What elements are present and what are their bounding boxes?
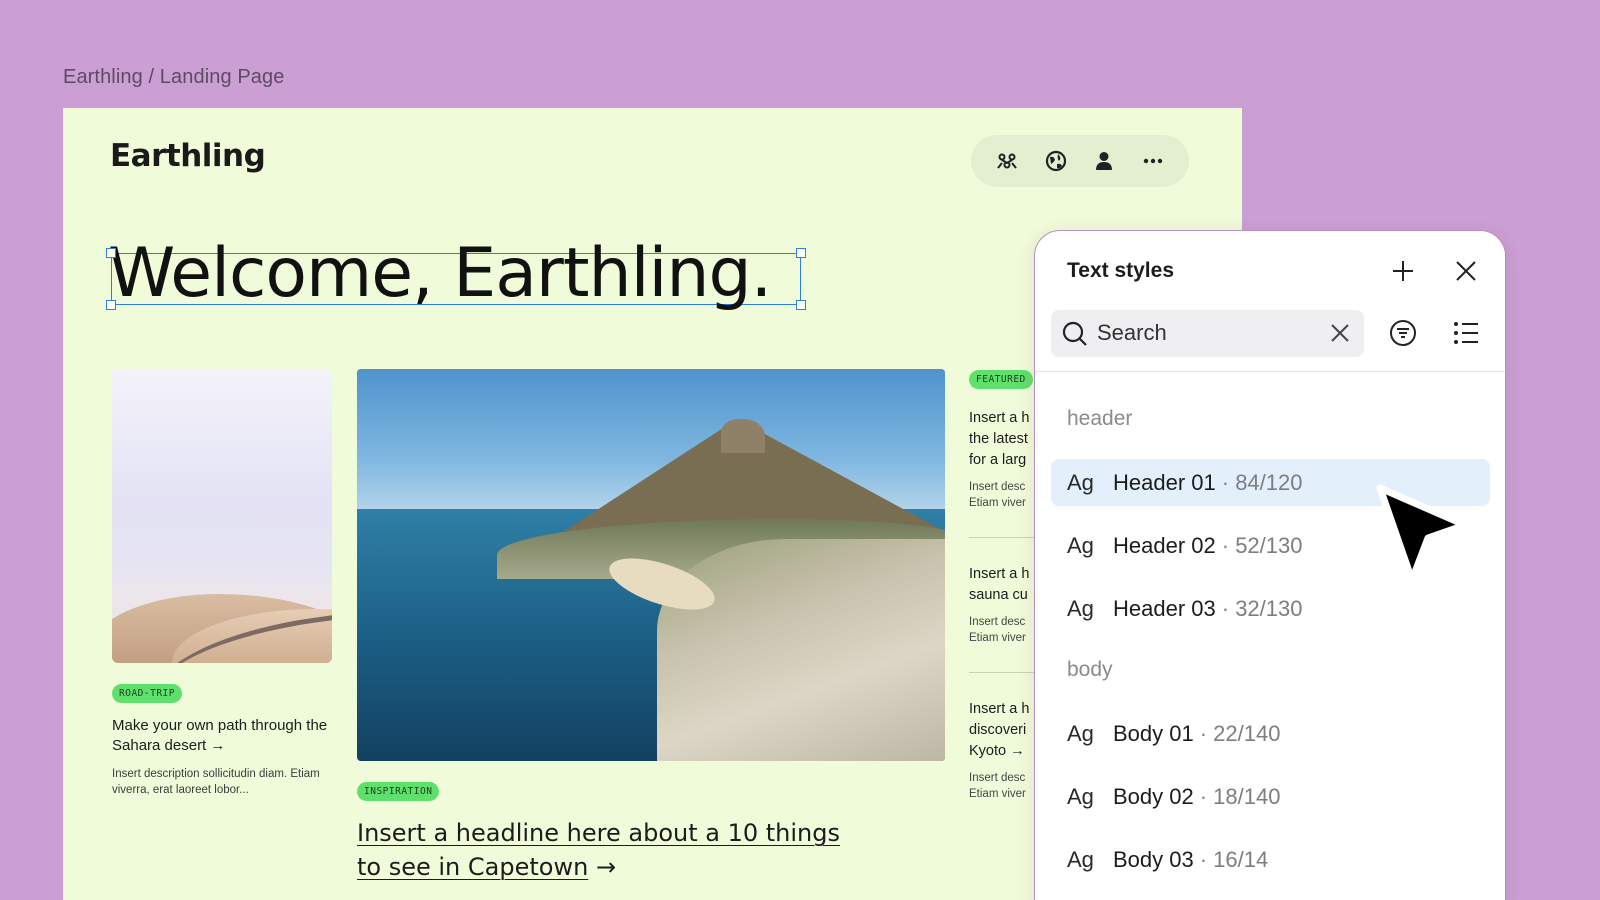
style-preview: Ag bbox=[1067, 469, 1094, 495]
globe-icon[interactable] bbox=[1040, 145, 1072, 177]
resize-handle-top-right[interactable] bbox=[796, 248, 806, 258]
featured-item-title: Insert a h the latest for a larg bbox=[969, 410, 1030, 468]
resize-handle-top-left[interactable] bbox=[106, 248, 116, 258]
style-name: Body 01 bbox=[1113, 720, 1194, 746]
style-name: Body 02 bbox=[1113, 783, 1194, 809]
style-preview: Ag bbox=[1067, 595, 1094, 621]
style-preview: Ag bbox=[1067, 720, 1094, 746]
group-label-header: header bbox=[1067, 407, 1133, 430]
search-box[interactable] bbox=[1051, 310, 1364, 357]
style-row-header-03[interactable]: Ag Header 03 · 32/130 bbox=[1051, 585, 1490, 632]
team-icon[interactable] bbox=[991, 145, 1023, 177]
add-style-button[interactable] bbox=[1385, 253, 1421, 289]
search-icon bbox=[1062, 321, 1087, 346]
hero-title[interactable]: Welcome, Earthling. bbox=[108, 240, 772, 308]
headline-arrow: → bbox=[595, 853, 617, 881]
style-preview: Ag bbox=[1067, 846, 1094, 872]
capetown-image[interactable] bbox=[357, 369, 945, 761]
style-row-body-03[interactable]: Ag Body 03 · 16/14 bbox=[1051, 836, 1490, 883]
featured-item-title: Insert a h discoveri Kyoto → bbox=[969, 701, 1030, 759]
site-nav-iconbar bbox=[971, 135, 1189, 187]
featured-item-description: Insert desc Etiam viver bbox=[969, 616, 1026, 644]
style-preview: Ag bbox=[1067, 532, 1094, 558]
style-preview: Ag bbox=[1067, 783, 1094, 809]
plus-icon bbox=[1393, 261, 1413, 281]
inspiration-tag: INSPIRATION bbox=[357, 782, 440, 801]
center-card-headline[interactable]: Insert a headline here about a 10 things… bbox=[357, 816, 917, 884]
close-icon bbox=[1456, 261, 1476, 281]
style-name: Body 03 bbox=[1113, 846, 1194, 872]
panel-title: Text styles bbox=[1067, 259, 1174, 282]
group-label-body: body bbox=[1067, 658, 1113, 681]
panel-divider bbox=[1035, 371, 1505, 372]
breadcrumb: Earthling / Landing Page bbox=[63, 66, 285, 88]
list-view-button[interactable] bbox=[1448, 315, 1484, 351]
more-icon[interactable] bbox=[1137, 145, 1169, 177]
featured-tag: FEATURED bbox=[969, 370, 1033, 389]
left-card-description: Insert description sollicitudin diam. Et… bbox=[112, 768, 320, 796]
site-logo: Earthling bbox=[110, 138, 266, 174]
style-metrics: · 18/140 bbox=[1199, 783, 1281, 809]
featured-item-title: Insert a h sauna cu bbox=[969, 566, 1030, 603]
user-icon[interactable] bbox=[1088, 145, 1120, 177]
style-row-body-02[interactable]: Ag Body 02 · 18/140 bbox=[1051, 773, 1490, 820]
road-trip-tag: ROAD-TRIP bbox=[112, 684, 182, 703]
style-name: Header 03 bbox=[1113, 595, 1216, 621]
left-card-title[interactable]: Make your own path through the Sahara de… bbox=[112, 716, 332, 756]
desert-image[interactable] bbox=[112, 369, 332, 663]
mouse-cursor-icon bbox=[1376, 484, 1469, 584]
resize-handle-bottom-right[interactable] bbox=[796, 300, 806, 310]
style-metrics: · 84/120 bbox=[1221, 469, 1303, 495]
filter-button[interactable] bbox=[1385, 315, 1421, 351]
featured-item-description: Insert desc Etiam viver bbox=[969, 772, 1026, 800]
close-panel-button[interactable] bbox=[1448, 253, 1484, 289]
filter-icon bbox=[1390, 320, 1416, 346]
close-icon bbox=[1331, 324, 1349, 342]
search-input[interactable] bbox=[1097, 318, 1317, 348]
style-row-body-01[interactable]: Ag Body 01 · 22/140 bbox=[1051, 710, 1490, 757]
headline-line-1[interactable]: Insert a headline here about a 10 things bbox=[357, 819, 840, 847]
featured-item-description: Insert desc Etiam viver bbox=[969, 481, 1026, 509]
style-name: Header 02 bbox=[1113, 532, 1216, 558]
style-metrics: · 32/130 bbox=[1221, 595, 1303, 621]
list-icon bbox=[1454, 322, 1478, 344]
style-metrics: · 22/140 bbox=[1199, 720, 1281, 746]
style-metrics: · 16/14 bbox=[1199, 846, 1269, 872]
style-name: Header 01 bbox=[1113, 469, 1216, 495]
style-metrics: · 52/130 bbox=[1221, 532, 1303, 558]
resize-handle-bottom-left[interactable] bbox=[106, 300, 116, 310]
hero-title-selection[interactable]: Welcome, Earthling. bbox=[106, 240, 806, 310]
headline-line-2[interactable]: to see in Capetown bbox=[357, 853, 588, 881]
clear-search-button[interactable] bbox=[1326, 319, 1354, 347]
